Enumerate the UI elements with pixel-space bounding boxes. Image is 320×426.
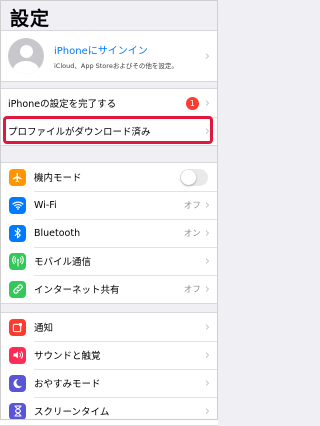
chevron-right-icon: › (204, 48, 210, 64)
airplane-mode-toggle[interactable] (180, 168, 208, 186)
connectivity-group: 機内モード Wi-Fi オフ › Bluetooth オン › モバイル通信 › (0, 162, 218, 304)
chevron-right-icon: › (204, 375, 210, 391)
cellular-label: モバイル通信 (34, 257, 92, 268)
antenna-icon (9, 252, 26, 270)
personal-hotspot-label: インターネット共有 (34, 285, 120, 296)
link-icon (9, 280, 26, 298)
personal-hotspot-row[interactable]: インターネット共有 オフ › (0, 275, 218, 303)
settings-screen: 設定 iPhoneにサインイン iCloud、App Storeおよびその他を設… (0, 0, 218, 426)
speaker-icon (9, 346, 26, 364)
wifi-row[interactable]: Wi-Fi オフ › (0, 191, 218, 219)
do-not-disturb-label: おやすみモード (34, 379, 101, 390)
do-not-disturb-row[interactable]: おやすみモード › (0, 369, 218, 397)
wifi-status: オフ (183, 201, 201, 211)
notification-icon (9, 318, 26, 336)
airplane-icon (9, 168, 26, 186)
airplane-mode-row: 機内モード (0, 163, 218, 191)
wifi-icon (9, 196, 26, 214)
apple-id-signin-row[interactable]: iPhoneにサインイン iCloud、App Storeおよびその他を設定。 … (0, 31, 218, 81)
finish-setup-label: iPhoneの設定を完了する (8, 99, 117, 110)
finish-setup-row[interactable]: iPhoneの設定を完了する 1 › (0, 89, 218, 117)
bluetooth-label: Bluetooth (34, 227, 81, 239)
cellular-row[interactable]: モバイル通信 › (0, 247, 218, 275)
chevron-right-icon: › (204, 225, 210, 241)
page-title: 設定 (10, 8, 51, 30)
notifications-label: 通知 (34, 323, 54, 334)
hourglass-icon (9, 402, 26, 420)
sounds-haptics-row[interactable]: サウンドと触覚 › (0, 341, 218, 369)
chevron-right-icon: › (204, 281, 210, 297)
chevron-right-icon: › (204, 403, 210, 419)
signin-label: iPhoneにサインイン (54, 46, 148, 57)
sounds-haptics-label: サウンドと触覚 (34, 351, 101, 362)
profile-group: iPhoneにサインイン iCloud、App Storeおよびその他を設定。 … (0, 30, 218, 82)
chevron-right-icon: › (204, 347, 210, 363)
person-silhouette-icon (8, 38, 44, 74)
moon-icon (9, 374, 26, 392)
profile-downloaded-highlight (3, 116, 213, 144)
bluetooth-icon (9, 224, 26, 242)
signin-subtitle: iCloud、App Storeおよびその他を設定。 (54, 62, 178, 70)
bluetooth-row[interactable]: Bluetooth オン › (0, 219, 218, 247)
notifications-group: 通知 › サウンドと触覚 › おやすみモード › スクリーンタイム › (0, 312, 218, 426)
chevron-right-icon: › (204, 319, 210, 335)
screen-time-label: スクリーンタイム (34, 407, 110, 418)
personal-hotspot-status: オフ (183, 285, 201, 295)
finish-setup-badge: 1 (185, 96, 199, 110)
chevron-right-icon: › (204, 253, 210, 269)
chevron-right-icon: › (204, 197, 210, 213)
screen-time-row[interactable]: スクリーンタイム › (0, 397, 218, 425)
bluetooth-status: オン (183, 229, 201, 239)
airplane-mode-label: 機内モード (34, 173, 82, 184)
chevron-right-icon: › (204, 95, 210, 111)
wifi-label: Wi-Fi (34, 199, 57, 211)
notifications-row[interactable]: 通知 › (0, 313, 218, 341)
